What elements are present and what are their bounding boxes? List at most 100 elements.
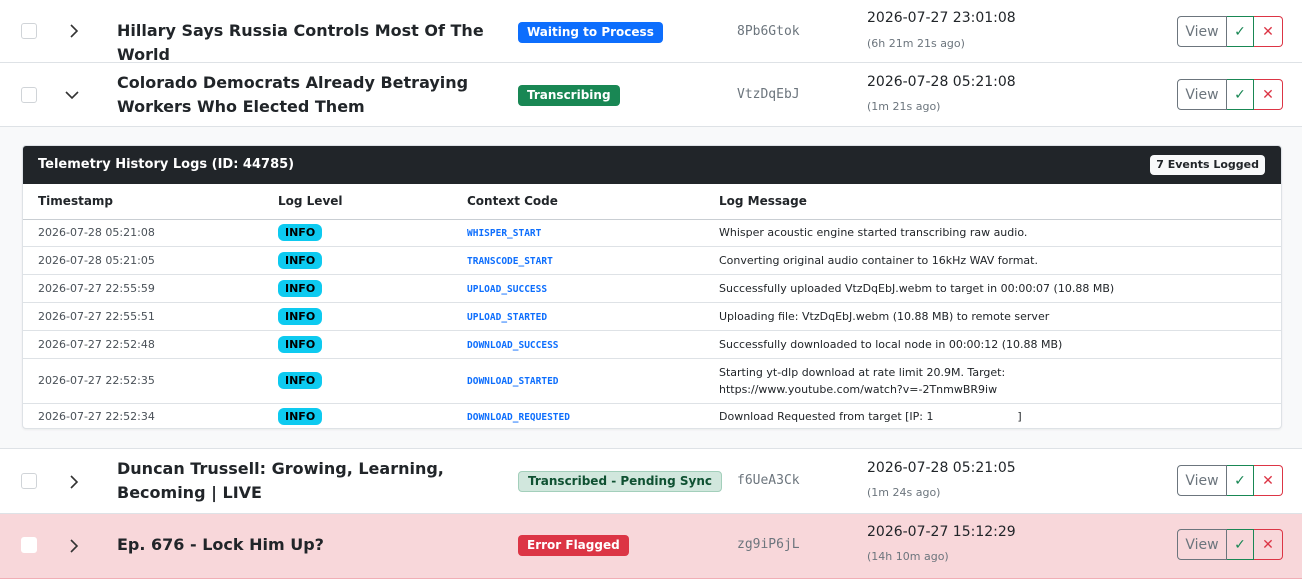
reject-button[interactable]: ✕ bbox=[1254, 529, 1283, 560]
job-title: Colorado Democrats Already Betraying Wor… bbox=[117, 73, 469, 116]
job-timestamp: 2026-07-28 05:21:05 bbox=[867, 460, 1016, 476]
reject-button[interactable]: ✕ bbox=[1254, 465, 1283, 496]
chevron-right-icon[interactable] bbox=[64, 536, 84, 556]
job-row: Hillary Says Russia Controls Most Of The… bbox=[0, 0, 1302, 64]
log-message: Download Requested from target [IP: 1 ] bbox=[719, 410, 1022, 424]
row-actions: View ✓ ✕ bbox=[1177, 465, 1283, 496]
job-id: 8Pb6Gtok bbox=[737, 24, 800, 39]
status-badge: Error Flagged bbox=[518, 535, 629, 556]
chevron-right-icon[interactable] bbox=[64, 21, 84, 41]
job-title: Ep. 676 - Lock Him Up? bbox=[117, 535, 324, 554]
view-button[interactable]: View bbox=[1177, 16, 1227, 47]
close-icon: ✕ bbox=[1262, 472, 1274, 489]
table-header-row: Timestamp Log Level Context Code Log Mes… bbox=[23, 184, 1281, 220]
log-timestamp: 2026-07-27 22:55:51 bbox=[23, 302, 278, 331]
telemetry-title: Telemetry History Logs (ID: 44785) bbox=[38, 157, 295, 172]
job-id: VtzDqEbJ bbox=[737, 87, 800, 102]
close-icon: ✕ bbox=[1262, 23, 1274, 40]
check-icon: ✓ bbox=[1234, 536, 1246, 553]
events-count-badge: 7 Events Logged bbox=[1150, 155, 1265, 175]
table-row: 2026-07-28 05:21:08 INFO WHISPER_START W… bbox=[23, 219, 1281, 247]
telemetry-expansion: Telemetry History Logs (ID: 44785) 7 Eve… bbox=[0, 127, 1302, 449]
job-id: zg9iP6jL bbox=[737, 537, 800, 552]
job-title: Duncan Trussell: Growing, Learning, Beco… bbox=[117, 459, 444, 502]
row-select-checkbox[interactable] bbox=[21, 23, 37, 39]
job-relative-time: (1m 21s ago) bbox=[867, 100, 941, 113]
table-row: 2026-07-27 22:55:51 INFO UPLOAD_STARTED … bbox=[23, 302, 1281, 331]
status-badge: Transcribed - Pending Sync bbox=[518, 471, 722, 492]
column-header-context-code: Context Code bbox=[467, 184, 719, 220]
row-actions: View ✓ ✕ bbox=[1177, 79, 1283, 110]
view-button[interactable]: View bbox=[1177, 465, 1227, 496]
table-row: 2026-07-27 22:55:59 INFO UPLOAD_SUCCESS … bbox=[23, 274, 1281, 303]
chevron-right-icon[interactable] bbox=[64, 472, 84, 492]
row-select-checkbox[interactable] bbox=[21, 537, 37, 553]
row-actions: View ✓ ✕ bbox=[1177, 529, 1283, 560]
job-relative-time: (1m 24s ago) bbox=[867, 486, 941, 499]
job-id: f6UeA3Ck bbox=[737, 473, 800, 488]
log-timestamp: 2026-07-27 22:52:48 bbox=[23, 330, 278, 359]
job-row: Colorado Democrats Already Betraying Wor… bbox=[0, 63, 1302, 127]
job-title: Hillary Says Russia Controls Most Of The… bbox=[117, 21, 484, 64]
log-message: Starting yt-dlp download at rate limit 2… bbox=[719, 358, 1281, 404]
row-select-checkbox[interactable] bbox=[21, 473, 37, 489]
log-context-code: TRANSCODE_START bbox=[467, 255, 553, 267]
log-context-code: DOWNLOAD_SUCCESS bbox=[467, 339, 559, 351]
row-actions: View ✓ ✕ bbox=[1177, 16, 1283, 47]
log-level-badge: INFO bbox=[278, 408, 323, 426]
log-level-badge: INFO bbox=[278, 251, 323, 269]
job-timestamp: 2026-07-27 23:01:08 bbox=[867, 10, 1016, 26]
check-icon: ✓ bbox=[1234, 472, 1246, 489]
view-button[interactable]: View bbox=[1177, 529, 1227, 560]
check-icon: ✓ bbox=[1234, 86, 1246, 103]
job-relative-time: (6h 21m 21s ago) bbox=[867, 37, 965, 50]
log-context-code: UPLOAD_SUCCESS bbox=[467, 283, 548, 295]
log-message: Successfully downloaded to local node in… bbox=[719, 330, 1281, 359]
log-level-badge: INFO bbox=[278, 372, 323, 389]
table-row: 2026-07-27 22:52:35 INFO DOWNLOAD_STARTE… bbox=[23, 358, 1281, 404]
job-timestamp: 2026-07-27 15:12:29 bbox=[867, 524, 1016, 540]
telemetry-panel: Telemetry History Logs (ID: 44785) 7 Eve… bbox=[22, 145, 1282, 429]
job-row: Duncan Trussell: Growing, Learning, Beco… bbox=[0, 449, 1302, 514]
approve-button[interactable]: ✓ bbox=[1227, 79, 1254, 110]
telemetry-table: Timestamp Log Level Context Code Log Mes… bbox=[23, 184, 1281, 428]
approve-button[interactable]: ✓ bbox=[1227, 465, 1254, 496]
approve-button[interactable]: ✓ bbox=[1227, 529, 1254, 560]
log-message: Uploading file: VtzDqEbJ.webm (10.88 MB)… bbox=[719, 302, 1281, 331]
log-timestamp: 2026-07-27 22:52:34 bbox=[38, 410, 155, 424]
table-row: 2026-07-27 22:52:48 INFO DOWNLOAD_SUCCES… bbox=[23, 330, 1281, 359]
chevron-down-icon[interactable] bbox=[62, 85, 82, 105]
log-message: Whisper acoustic engine started transcri… bbox=[719, 219, 1281, 247]
table-row: 2026-07-28 05:21:05 INFO TRANSCODE_START… bbox=[23, 246, 1281, 275]
status-badge: Transcribing bbox=[518, 85, 620, 106]
log-message: Successfully uploaded VtzDqEbJ.webm to t… bbox=[719, 274, 1281, 303]
log-timestamp: 2026-07-27 22:52:35 bbox=[23, 358, 278, 404]
row-select-checkbox[interactable] bbox=[21, 87, 37, 103]
log-context-code: UPLOAD_STARTED bbox=[467, 311, 548, 323]
approve-button[interactable]: ✓ bbox=[1227, 16, 1254, 47]
telemetry-header: Telemetry History Logs (ID: 44785) 7 Eve… bbox=[23, 146, 1281, 184]
status-badge: Waiting to Process bbox=[518, 22, 663, 43]
log-message: Converting original audio container to 1… bbox=[719, 246, 1281, 275]
reject-button[interactable]: ✕ bbox=[1254, 79, 1283, 110]
log-context-code: DOWNLOAD_REQUESTED bbox=[467, 412, 570, 424]
log-level-badge: INFO bbox=[278, 224, 323, 241]
table-row: 2026-07-27 22:52:34 INFO DOWNLOAD_REQUES… bbox=[23, 403, 1281, 428]
log-timestamp: 2026-07-28 05:21:05 bbox=[23, 246, 278, 275]
log-level-badge: INFO bbox=[278, 279, 323, 297]
job-timestamp: 2026-07-28 05:21:08 bbox=[867, 74, 1016, 90]
log-context-code: DOWNLOAD_STARTED bbox=[467, 376, 559, 387]
log-timestamp: 2026-07-28 05:21:08 bbox=[23, 219, 278, 247]
column-header-timestamp: Timestamp bbox=[23, 184, 278, 220]
log-level-badge: INFO bbox=[278, 307, 323, 325]
log-timestamp: 2026-07-27 22:55:59 bbox=[23, 274, 278, 303]
column-header-log-message: Log Message bbox=[719, 184, 1281, 220]
column-header-log-level: Log Level bbox=[278, 184, 467, 220]
close-icon: ✕ bbox=[1262, 86, 1274, 103]
job-row: Ep. 676 - Lock Him Up? Error Flagged zg9… bbox=[0, 514, 1302, 579]
close-icon: ✕ bbox=[1262, 536, 1274, 553]
view-button[interactable]: View bbox=[1177, 79, 1227, 110]
check-icon: ✓ bbox=[1234, 23, 1246, 40]
reject-button[interactable]: ✕ bbox=[1254, 16, 1283, 47]
log-level-badge: INFO bbox=[278, 335, 323, 353]
